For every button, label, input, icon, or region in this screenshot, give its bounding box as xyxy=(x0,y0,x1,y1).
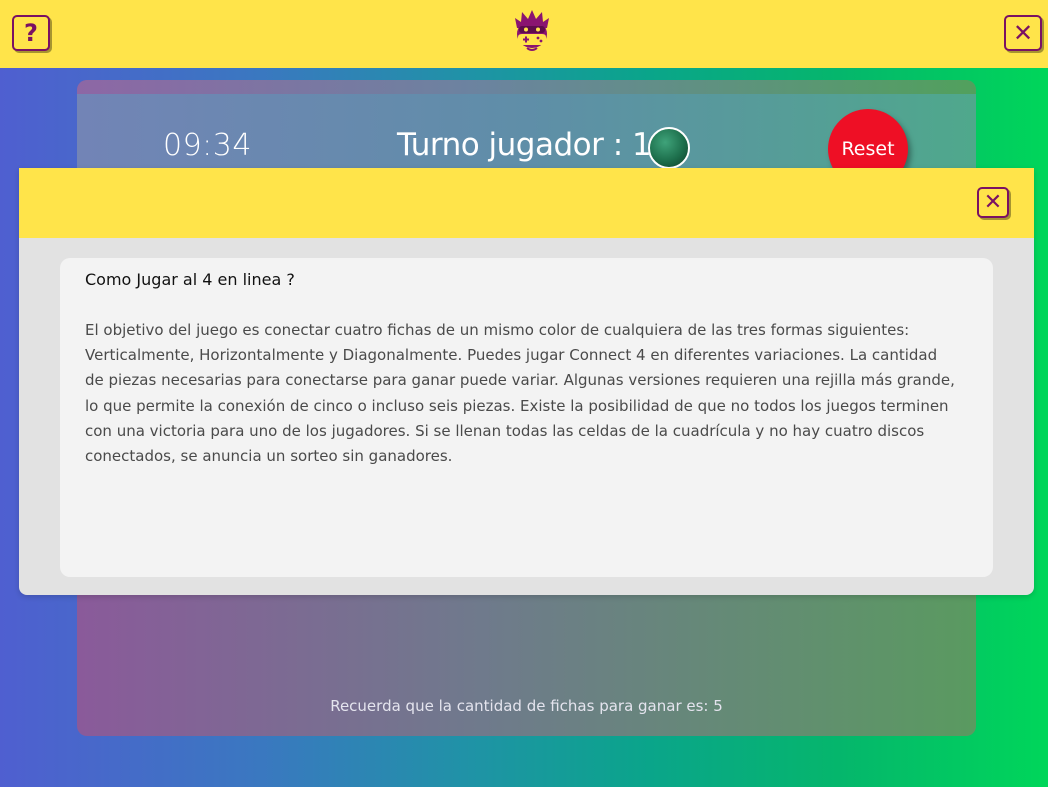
close-icon: ✕ xyxy=(1012,19,1034,47)
instructions-modal: ✕ Como Jugar al 4 en linea ? El objetivo… xyxy=(19,168,1034,595)
top-bar: ? ✕ xyxy=(0,0,1048,68)
turn-indicator: Turno jugador : 1 xyxy=(397,127,652,163)
panel-top-strip xyxy=(77,80,976,94)
game-status-bar: 09:34 Turno jugador : 1 Reset xyxy=(77,94,976,189)
gamer-mascot-icon xyxy=(515,10,549,51)
help-button[interactable]: ? xyxy=(12,15,50,51)
instructions-title: Como Jugar al 4 en linea ? xyxy=(85,270,295,289)
instructions-card: Como Jugar al 4 en linea ? El objetivo d… xyxy=(60,258,993,577)
close-button[interactable]: ✕ xyxy=(1004,15,1042,51)
win-reminder-text: Recuerda que la cantidad de fichas para … xyxy=(330,697,723,715)
instructions-body: El objetivo del juego es conectar cuatro… xyxy=(85,321,955,466)
question-mark-icon: ? xyxy=(24,19,38,47)
game-timer: 09:34 xyxy=(163,128,252,163)
modal-close-button[interactable]: ✕ xyxy=(977,187,1009,218)
player-disc-icon xyxy=(648,127,690,169)
close-icon: ✕ xyxy=(983,190,1003,215)
modal-header: ✕ xyxy=(19,168,1034,238)
